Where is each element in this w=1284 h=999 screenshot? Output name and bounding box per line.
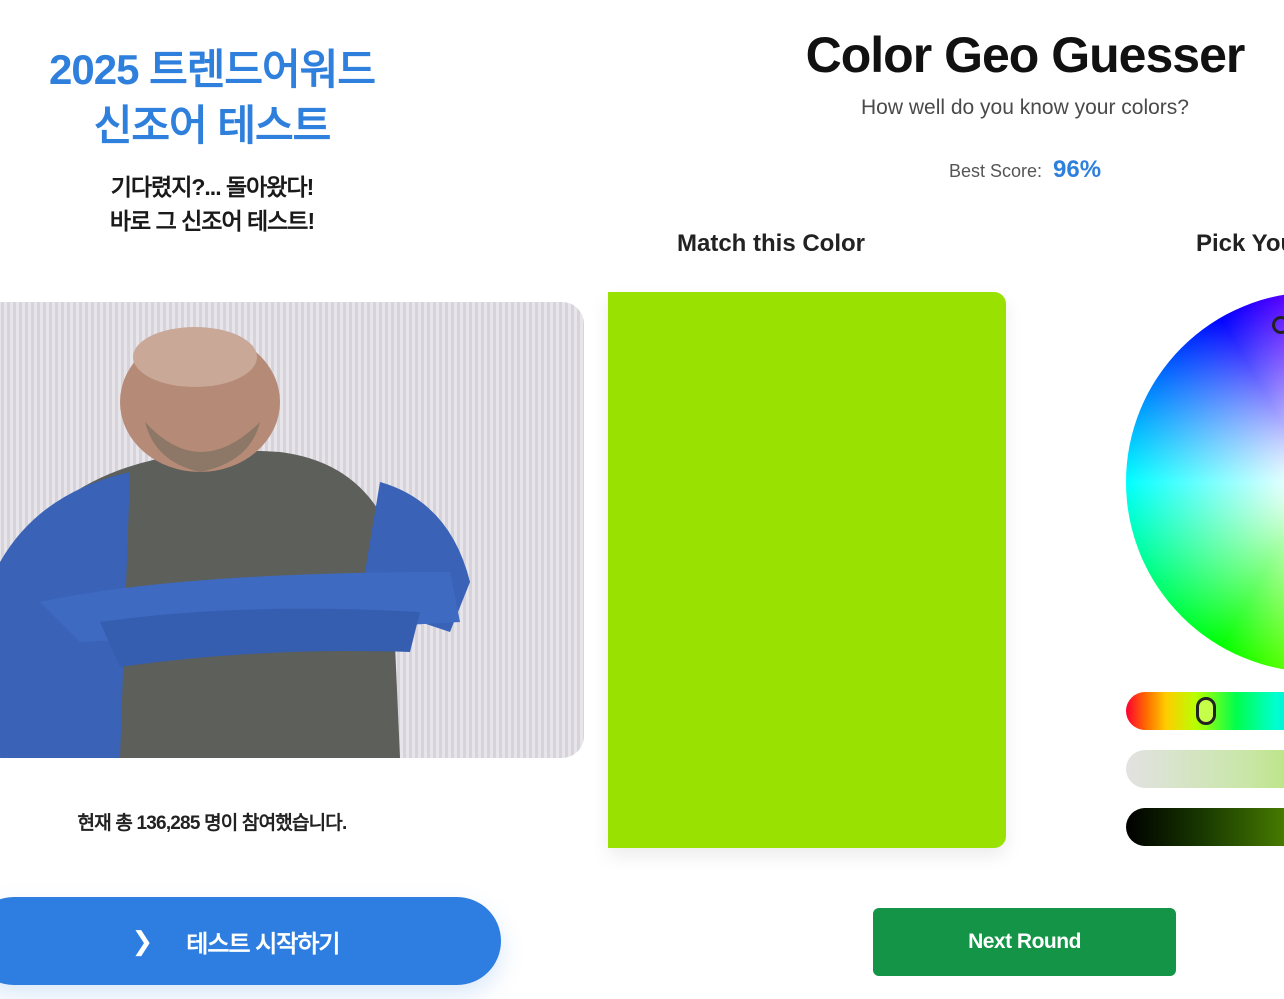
quiz-subtitle-line2: 바로 그 신조어 테스트! — [109, 208, 315, 234]
quiz-title-line2: 신조어 테스트 — [93, 102, 332, 149]
participant-count: 현재 총 136,285 명이 참여했습니다. — [77, 813, 348, 834]
quiz-title: 2025 트렌드어워드 신조어 테스트 — [0, 42, 424, 154]
target-color-swatch — [608, 292, 1006, 848]
best-score-label: Best Score: — [948, 161, 1042, 181]
start-test-label: 테스트 시작하기 — [186, 930, 340, 958]
saturation-slider[interactable] — [1126, 750, 1284, 788]
color-wheel[interactable] — [1126, 292, 1284, 672]
hero-image — [0, 302, 584, 758]
hue-slider-handle[interactable] — [1196, 697, 1216, 725]
hero-illustration — [0, 327, 470, 758]
match-color-label: Match this Color — [676, 230, 865, 257]
quiz-title-line1: 2025 트렌드어워드 — [49, 46, 376, 93]
quiz-ad-panel: 2025 트렌드어워드 신조어 테스트 기다렸지?... 돌아왔다! 바로 그 … — [0, 0, 600, 999]
next-round-button[interactable]: Next Round — [873, 908, 1176, 976]
page: 2025 트렌드어워드 신조어 테스트 기다렸지?... 돌아왔다! 바로 그 … — [0, 0, 1284, 999]
chevron-right-icon: ❯ — [131, 925, 153, 956]
quiz-subtitle-line1: 기다렸지?... 돌아왔다! — [110, 174, 315, 200]
game-subtitle: How well do you know your colors? — [861, 96, 1189, 119]
start-test-button[interactable]: ❯ 테스트 시작하기 — [0, 897, 501, 985]
pick-color-label: Pick You — [1196, 230, 1284, 257]
best-score: Best Score: 96% — [780, 156, 1270, 184]
color-wheel-handle[interactable] — [1272, 316, 1284, 334]
lightness-slider[interactable] — [1126, 808, 1284, 846]
best-score-value: 96% — [1053, 156, 1102, 183]
game-title: Color Geo Guesser — [805, 27, 1246, 83]
quiz-subtitle: 기다렸지?... 돌아왔다! 바로 그 신조어 테스트! — [0, 170, 424, 238]
